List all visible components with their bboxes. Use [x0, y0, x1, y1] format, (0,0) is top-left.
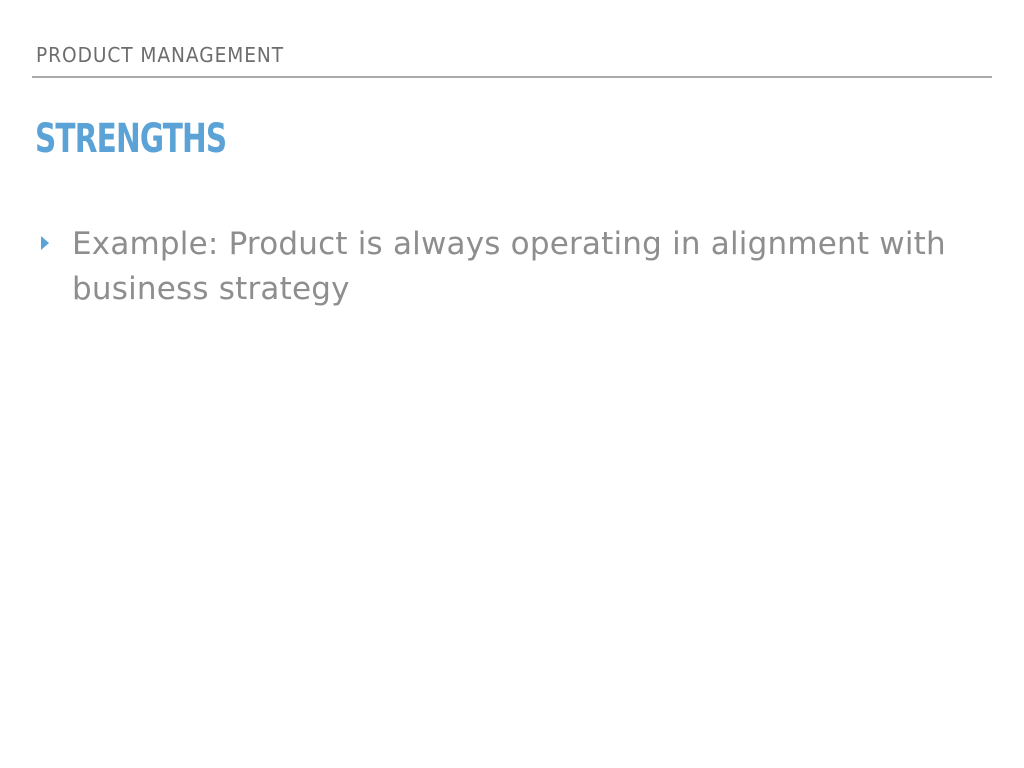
slide-title: STRENGTHS [35, 116, 227, 162]
bullet-item: Example: Product is always operating in … [40, 222, 970, 312]
section-header: PRODUCT MANAGEMENT [36, 43, 285, 67]
slide: PRODUCT MANAGEMENT STRENGTHS Example: Pr… [0, 0, 1024, 768]
header-divider [32, 76, 992, 78]
triangle-right-icon [41, 236, 49, 250]
bullet-list: Example: Product is always operating in … [40, 222, 970, 312]
bullet-text: Example: Product is always operating in … [72, 226, 946, 307]
